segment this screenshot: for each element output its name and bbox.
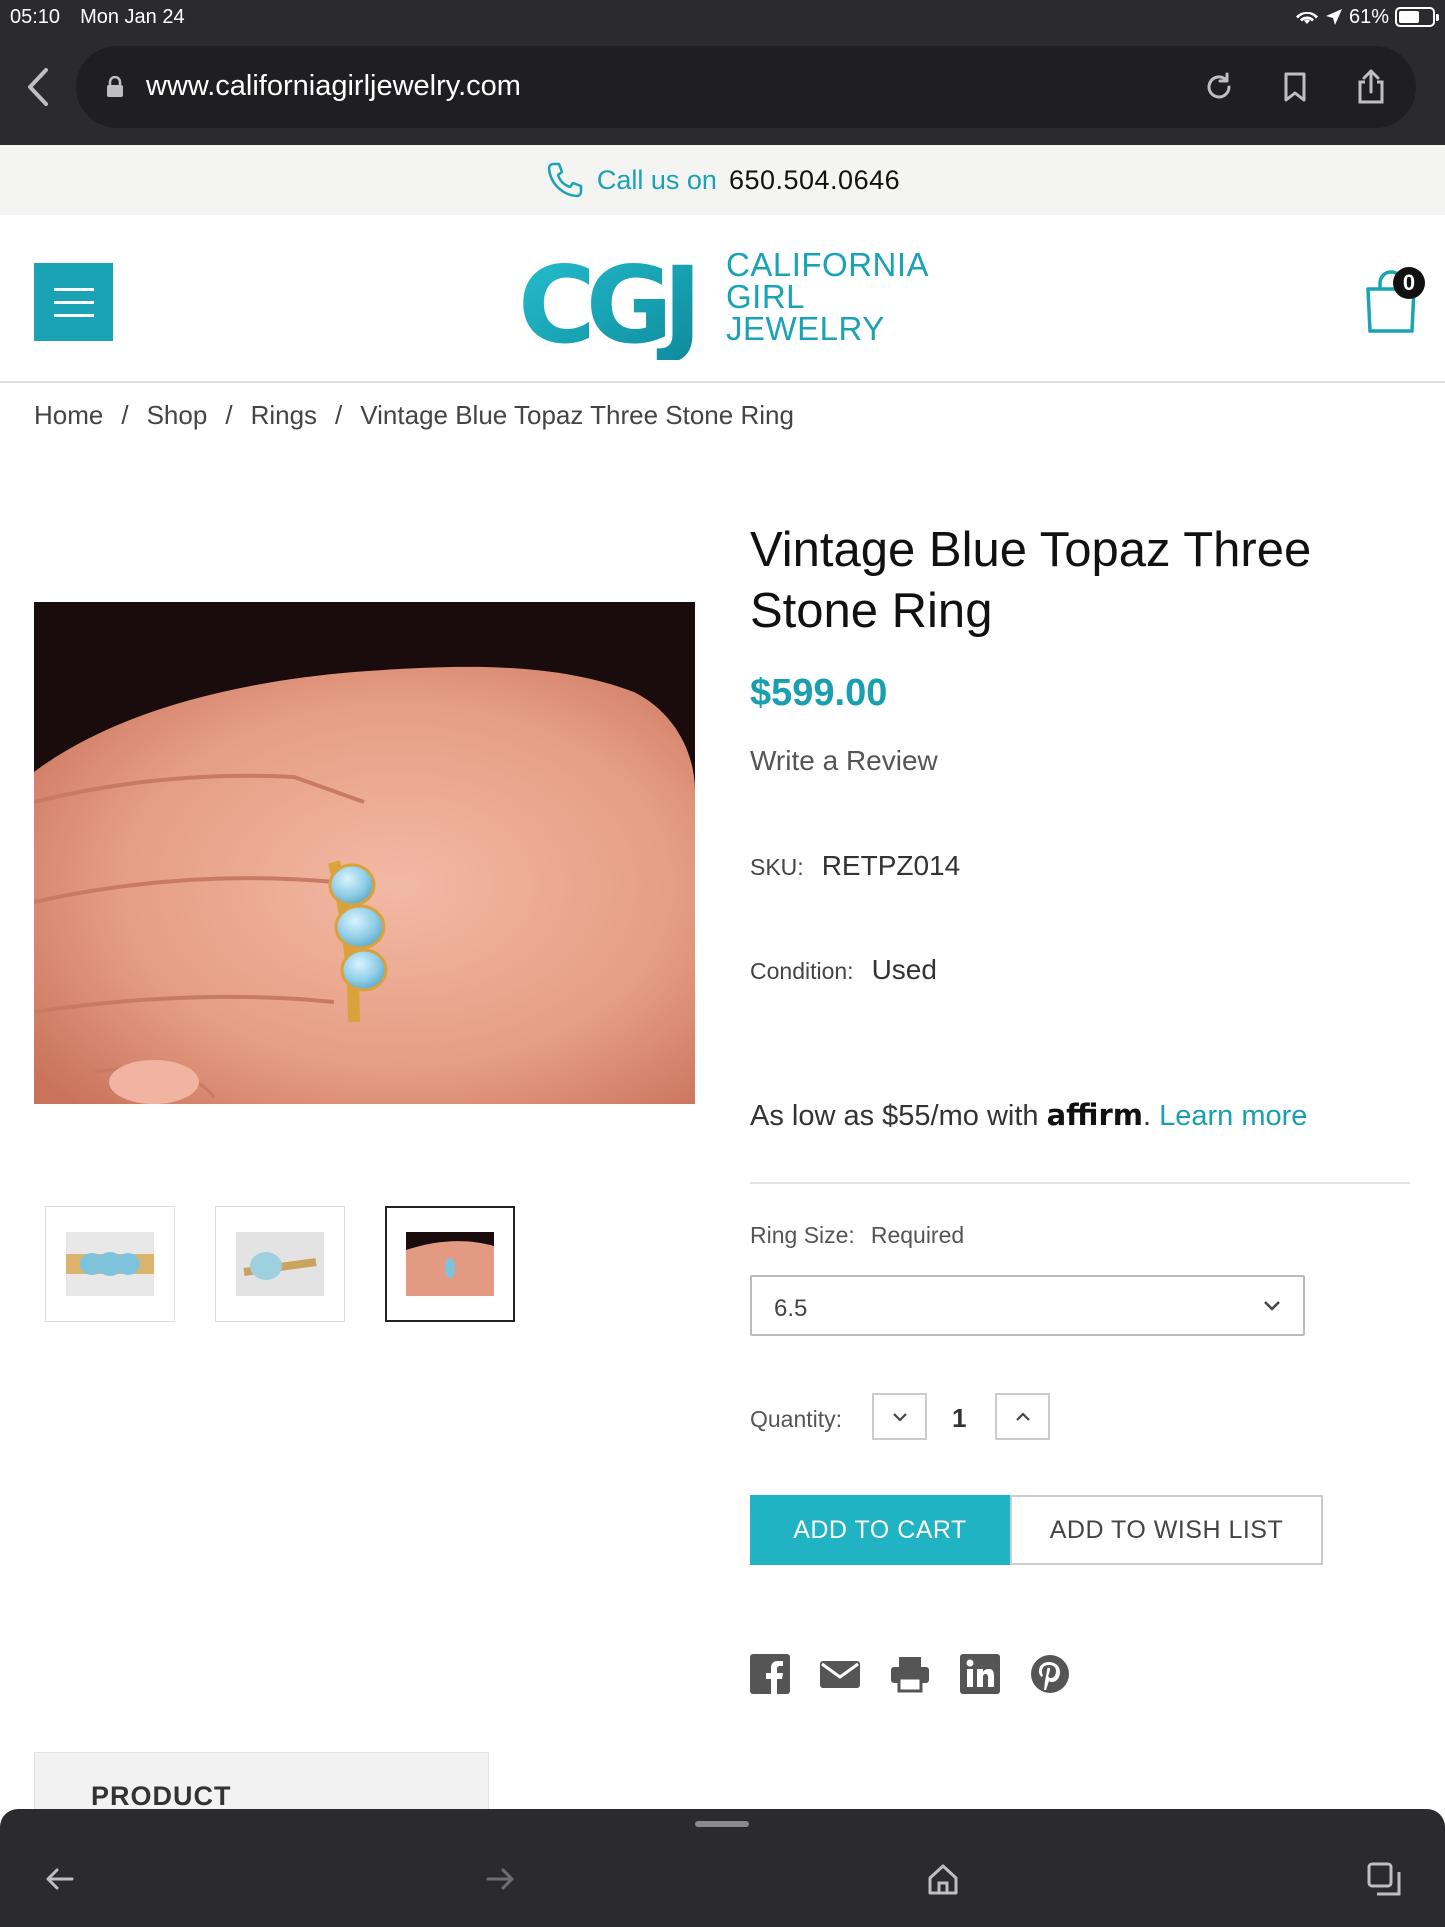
add-to-cart-button[interactable]: ADD TO CART	[750, 1495, 1010, 1565]
location-icon	[1325, 9, 1342, 25]
affirm-prefix: As low as $55/mo with	[750, 1100, 1039, 1132]
condition-value: Used	[871, 954, 937, 985]
ring-size-select[interactable]: 6.5	[750, 1275, 1305, 1336]
thumbnail-2[interactable]	[215, 1206, 345, 1322]
breadcrumb-separator: /	[225, 400, 233, 430]
condition-row: Condition: Used	[750, 954, 937, 986]
thumbnail-strip	[45, 1206, 515, 1322]
share-icon[interactable]	[1352, 68, 1390, 106]
divider	[750, 1182, 1410, 1184]
lock-icon	[107, 76, 123, 97]
thumbnail-ring-side-image	[236, 1232, 324, 1296]
phone-number[interactable]: 650.504.0646	[729, 165, 900, 196]
bookmark-icon[interactable]	[1276, 68, 1314, 106]
ring-size-value: 6.5	[774, 1295, 808, 1322]
logo-mark: CGJ	[518, 250, 693, 360]
breadcrumb-home[interactable]: Home	[34, 400, 103, 431]
address-bar[interactable]: www.californiagirljewelry.com	[76, 46, 1416, 128]
condition-label: Condition:	[750, 958, 854, 984]
back-chevron-icon[interactable]	[20, 62, 60, 112]
status-right: 61%	[1295, 5, 1439, 29]
browser-chrome: 05:10 Mon Jan 24 61% www.californiagirlj…	[0, 0, 1445, 145]
chevron-down-icon	[892, 1412, 907, 1422]
affirm-financing: As low as $55/mo with affirm. Learn more	[750, 1098, 1307, 1133]
hand-with-ring-photo	[34, 602, 695, 1104]
site-header: CGJ CALIFORNIA GIRL JEWELRY 0	[0, 215, 1445, 383]
menu-button[interactable]	[34, 263, 113, 341]
quantity-value[interactable]: 1	[952, 1403, 966, 1434]
chevron-up-icon	[1015, 1411, 1030, 1421]
menu-line-icon	[53, 313, 94, 317]
chevron-down-icon	[1264, 1301, 1280, 1311]
reload-icon[interactable]	[1200, 68, 1238, 106]
share-icons	[750, 1654, 1070, 1694]
wifi-icon	[1295, 11, 1318, 24]
tabs-icon[interactable]	[1366, 1861, 1402, 1897]
logo-wordmark[interactable]: CALIFORNIA GIRL JEWELRY	[726, 246, 930, 347]
breadcrumb-shop[interactable]: Shop	[147, 400, 208, 431]
cart-count-badge[interactable]: 0	[1393, 267, 1425, 299]
status-date: Mon Jan 24	[80, 5, 185, 28]
thumbnail-1[interactable]	[45, 1206, 175, 1322]
home-icon[interactable]	[925, 1861, 961, 1897]
email-icon[interactable]	[820, 1654, 860, 1694]
quantity-label: Quantity:	[750, 1406, 843, 1432]
logo-line-1: CALIFORNIA	[726, 246, 930, 283]
product-title: Vintage Blue Topaz Three Stone Ring	[750, 523, 1312, 638]
back-arrow-icon[interactable]	[42, 1861, 78, 1897]
sku-value: RETPZ014	[821, 850, 961, 881]
add-to-wishlist-button[interactable]: ADD TO WISH LIST	[1010, 1495, 1323, 1565]
print-icon[interactable]	[890, 1654, 930, 1694]
forward-arrow-icon[interactable]	[482, 1861, 518, 1897]
call-bar: Call us on 650.504.0646	[0, 145, 1445, 215]
breadcrumb-separator: /	[121, 400, 129, 430]
menu-line-icon	[53, 300, 94, 304]
ring-size-label-row: Ring Size: Required	[750, 1222, 964, 1249]
thumbnail-ring-front-image	[66, 1232, 154, 1296]
status-time: 05:10	[10, 5, 61, 28]
sku-row: SKU: RETPZ014	[750, 850, 960, 882]
product-price: $599.00	[750, 672, 888, 714]
phone-icon	[547, 162, 583, 198]
quantity-decrease-button[interactable]	[872, 1393, 927, 1440]
linkedin-icon[interactable]	[960, 1654, 1000, 1694]
ring-size-label: Ring Size:	[750, 1222, 855, 1248]
breadcrumb-separator: /	[335, 400, 343, 430]
call-label: Call us on	[596, 164, 717, 195]
logo-line-3: JEWELRY	[726, 310, 885, 347]
battery-icon	[1395, 7, 1439, 27]
breadcrumb-rings[interactable]: Rings	[251, 400, 317, 431]
product-main-image[interactable]	[34, 602, 695, 1104]
status-bar: 05:10 Mon Jan 24 61%	[10, 4, 1439, 30]
sku-label: SKU:	[750, 854, 804, 880]
affirm-learn-more-link[interactable]: Learn more	[1159, 1100, 1307, 1132]
thumbnail-3[interactable]	[385, 1206, 515, 1322]
write-review-link[interactable]: Write a Review	[750, 745, 938, 777]
facebook-icon[interactable]	[750, 1654, 790, 1694]
browser-toolbar	[0, 1809, 1445, 1927]
tab-product-description[interactable]: PRODUCT DESCRIPTION	[34, 1752, 489, 1842]
affirm-logo: affirm	[1046, 1098, 1144, 1132]
affirm-period: .	[1143, 1100, 1152, 1132]
battery-percent: 61%	[1348, 5, 1389, 28]
breadcrumb: Home / Shop / Rings / Vintage Blue Topaz…	[34, 400, 794, 431]
ring-size-required: Required	[870, 1222, 965, 1248]
quantity-increase-button[interactable]	[995, 1393, 1050, 1440]
breadcrumb-current: Vintage Blue Topaz Three Stone Ring	[360, 400, 794, 430]
menu-line-icon	[53, 287, 94, 291]
url-text[interactable]: www.californiagirljewelry.com	[146, 70, 521, 103]
thumbnail-hand-image	[406, 1232, 494, 1296]
toolbar-handle[interactable]	[695, 1821, 749, 1827]
logo-line-2: GIRL	[726, 278, 806, 315]
pinterest-icon[interactable]	[1030, 1654, 1070, 1694]
